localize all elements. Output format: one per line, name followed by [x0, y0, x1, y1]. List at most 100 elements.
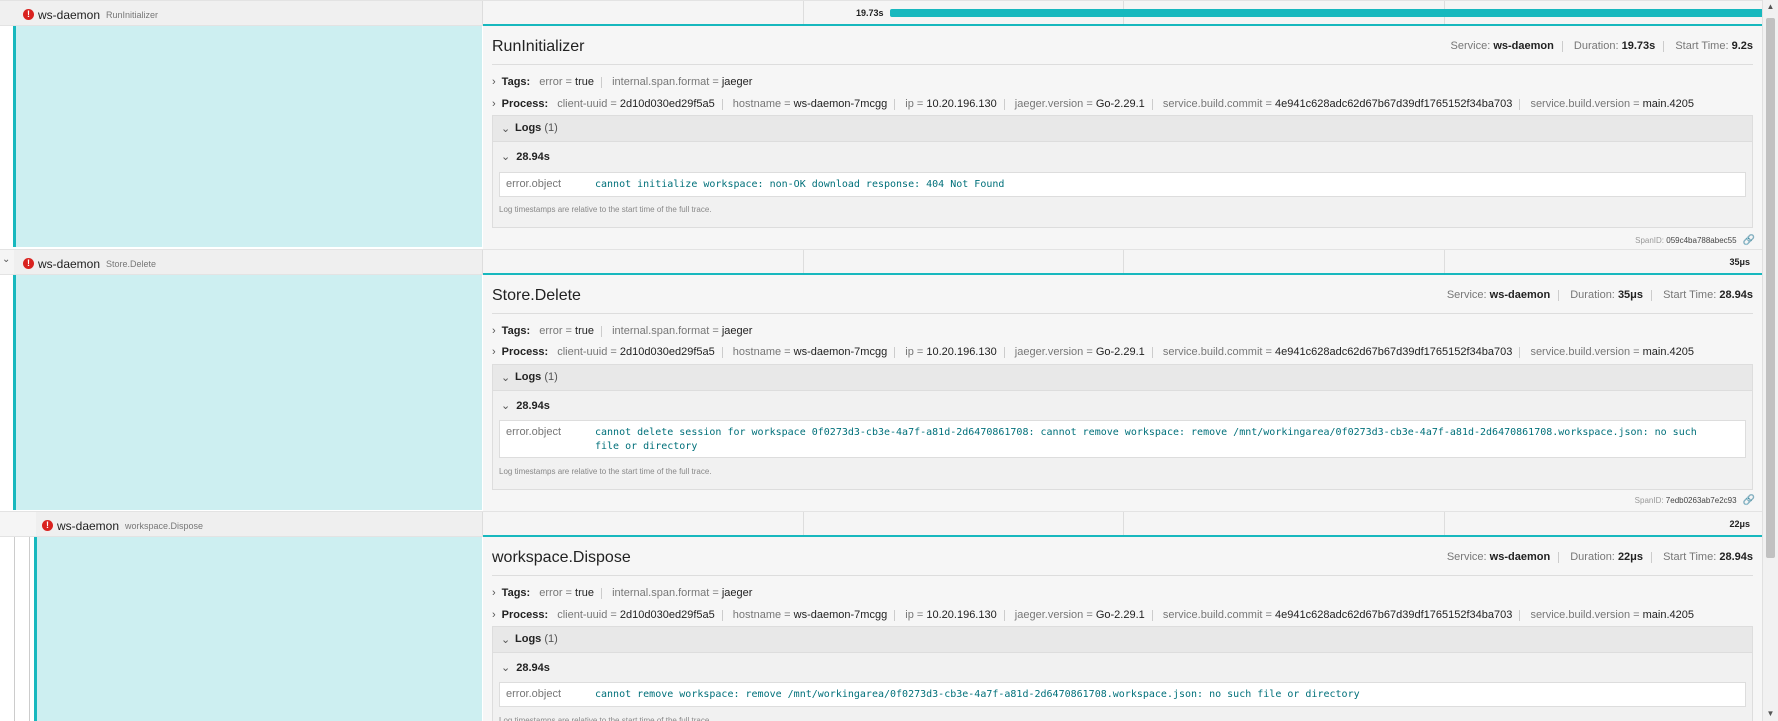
process-key: client-uuid: [557, 346, 608, 358]
span-detail-workspace-dispose: workspace.Dispose Service: ws-daemon Dur…: [483, 535, 1763, 721]
span-row-runinitializer[interactable]: ! ws-daemon RunInitializer 19.73s: [0, 0, 1778, 26]
process-value: ws-daemon-7mcgg: [793, 609, 888, 621]
start-time-value: 28.94s: [1719, 551, 1753, 563]
service-label: Service:: [1450, 40, 1491, 52]
tags-label: Tags:: [501, 325, 531, 337]
operation-name: RunInitializer: [106, 9, 159, 20]
process-key: jaeger.version: [1014, 609, 1084, 621]
logs-header[interactable]: ⌄ Logs (1): [493, 365, 1752, 391]
logs-count: (1): [544, 633, 558, 645]
timeline-tick: [803, 512, 804, 536]
process-row[interactable]: › Process: client-uuid = 2d10d030ed29f5a5…: [492, 609, 1694, 621]
span-2-left-fill: [14, 273, 482, 510]
process-row[interactable]: › Process: client-uuid = 2d10d030ed29f5a5…: [492, 346, 1694, 358]
logs-header[interactable]: ⌄ Logs (1): [493, 627, 1752, 653]
duration-value: 19.73s: [1621, 40, 1656, 52]
span-detail-title: workspace.Dispose: [492, 549, 631, 566]
span-name-cell[interactable]: ! ws-daemon workspace.Dispose: [36, 512, 483, 536]
logs-header[interactable]: ⌄ Logs (1): [493, 116, 1752, 142]
span-row-workspace-dispose[interactable]: ! ws-daemon workspace.Dispose 22μs: [0, 511, 1778, 537]
chevron-right-icon: ›: [492, 76, 496, 88]
tag-value: true: [575, 76, 595, 88]
tags-row[interactable]: › Tags: error = true internal.span.format…: [492, 76, 752, 88]
tags-label: Tags:: [501, 587, 531, 599]
process-key: ip: [905, 98, 914, 110]
log-note: Log timestamps are relative to the start…: [499, 716, 712, 721]
timeline-tick: [1123, 250, 1124, 274]
span-timeline[interactable]: 35μs: [483, 250, 1778, 274]
log-timestamp-value: 28.94s: [516, 662, 550, 674]
chevron-right-icon: ›: [492, 98, 496, 110]
span-id-label: SpanID:: [1634, 496, 1664, 505]
process-value: main.4205: [1642, 98, 1695, 110]
start-time-label: Start Time:: [1663, 551, 1717, 563]
process-value: 4e941c628adc62d67b67d39df1765152f34ba703: [1275, 609, 1513, 621]
tag-key: internal.span.format: [612, 325, 710, 337]
process-key: service.build.commit: [1162, 346, 1263, 358]
log-timestamp[interactable]: ⌄ 28.94s: [501, 150, 550, 163]
tags-row[interactable]: › Tags: error = true internal.span.format…: [492, 587, 752, 599]
start-time-value: 9.2s: [1731, 40, 1753, 52]
process-key: service.build.commit: [1162, 609, 1263, 621]
process-value: 4e941c628adc62d67b67d39df1765152f34ba703: [1275, 346, 1513, 358]
log-entry: error.object cannot delete session for w…: [499, 420, 1746, 458]
process-value: ws-daemon-7mcgg: [793, 346, 888, 358]
log-timestamp[interactable]: ⌄ 28.94s: [501, 399, 550, 412]
tag-key: internal.span.format: [612, 587, 710, 599]
span-detail-title: RunInitializer: [492, 38, 585, 55]
process-value: 10.20.196.130: [926, 609, 997, 621]
scroll-down-arrow-icon[interactable]: ▼: [1763, 707, 1778, 721]
span-id-label: SpanID:: [1635, 236, 1665, 245]
link-icon[interactable]: 🔗: [1743, 235, 1755, 246]
chevron-down-icon: ⌄: [501, 123, 511, 135]
service-name: ws-daemon: [38, 7, 101, 22]
start-time-label: Start Time:: [1675, 40, 1729, 52]
service-label: Service:: [1446, 289, 1487, 301]
duration-label: 22μs: [1729, 519, 1750, 529]
process-key: service.build.version: [1530, 98, 1631, 110]
duration-label: Duration:: [1573, 40, 1619, 52]
duration-value: 35μs: [1617, 289, 1644, 301]
logs-section: ⌄ Logs (1) ⌄ 28.94s error.object cannot d…: [492, 364, 1753, 490]
vertical-scrollbar[interactable]: ▲ ▼: [1762, 0, 1778, 721]
process-key: service.build.version: [1530, 609, 1631, 621]
span-timeline[interactable]: 22μs: [483, 512, 1778, 536]
process-key: client-uuid: [557, 609, 608, 621]
process-key: client-uuid: [557, 98, 608, 110]
process-key: hostname: [732, 98, 782, 110]
error-icon: !: [23, 9, 34, 21]
process-label: Process:: [501, 346, 549, 358]
process-value: 2d10d030ed29f5a5: [619, 346, 715, 358]
tag-value: jaeger: [721, 325, 753, 337]
tags-row[interactable]: › Tags: error = true internal.span.format…: [492, 325, 752, 337]
span-1-indent-line: [13, 25, 16, 247]
scroll-thumb[interactable]: [1766, 18, 1775, 558]
process-value: 10.20.196.130: [926, 346, 997, 358]
span-timeline[interactable]: 19.73s: [483, 1, 1778, 25]
span-detail-store-delete: Store.Delete Service: ws-daemon Duration…: [483, 273, 1763, 512]
tag-value: true: [575, 325, 595, 337]
error-icon: !: [23, 258, 34, 270]
log-key: error.object: [506, 688, 562, 700]
scroll-up-arrow-icon[interactable]: ▲: [1763, 0, 1778, 14]
start-time-value: 28.94s: [1719, 289, 1753, 301]
span-detail-title: Store.Delete: [492, 287, 581, 304]
link-icon[interactable]: 🔗: [1743, 495, 1755, 506]
span-3-indent-line: [34, 536, 37, 721]
log-timestamp[interactable]: ⌄ 28.94s: [501, 661, 550, 674]
span-name-cell[interactable]: ! ws-daemon RunInitializer: [0, 1, 483, 25]
log-key: error.object: [506, 426, 562, 438]
span-row-store-delete[interactable]: ⌄ ! ws-daemon Store.Delete 35μs: [0, 249, 1778, 275]
chevron-down-icon: ⌄: [501, 400, 511, 412]
span-id-value: 059c4ba788abec55: [1666, 236, 1737, 245]
process-key: ip: [905, 609, 914, 621]
log-note: Log timestamps are relative to the start…: [499, 467, 712, 476]
chevron-right-icon: ›: [492, 609, 496, 621]
chevron-down-icon[interactable]: ⌄: [2, 254, 10, 265]
process-label: Process:: [501, 98, 549, 110]
span-id-value: 7edb0263ab7e2c93: [1665, 496, 1737, 505]
service-value: ws-daemon: [1489, 289, 1551, 301]
timeline-tick: [1444, 512, 1445, 536]
process-row[interactable]: › Process: client-uuid = 2d10d030ed29f5a5…: [492, 98, 1694, 110]
span-name-cell[interactable]: ! ws-daemon Store.Delete: [14, 250, 483, 274]
